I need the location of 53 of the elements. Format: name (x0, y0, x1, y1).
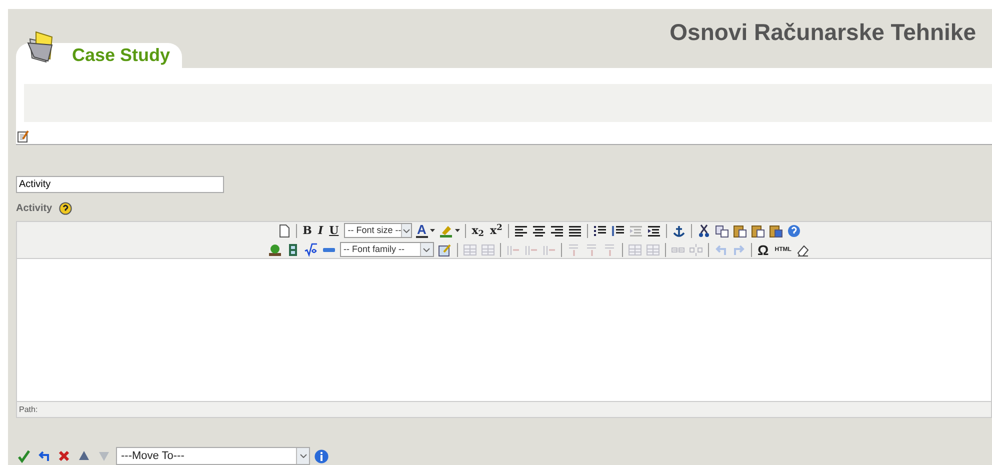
select-value: -- Font family -- (344, 242, 405, 256)
edit-icon[interactable] (17, 130, 30, 143)
style-edit-icon[interactable] (438, 242, 452, 256)
align-left-icon[interactable] (514, 224, 528, 238)
tab-label: Case Study (72, 44, 170, 67)
help-icon[interactable] (59, 202, 72, 214)
activity-input[interactable]: Activity (16, 176, 224, 193)
move-to-select[interactable]: ---Move To--- (116, 447, 310, 465)
chevron-icon (300, 454, 306, 458)
highlighter-icon (438, 224, 453, 238)
dropdown-button[interactable] (420, 243, 433, 256)
dropdown-button[interactable] (401, 224, 411, 237)
undo-icon[interactable] (37, 449, 51, 463)
checkmark-icon[interactable] (17, 449, 31, 463)
align-right-icon[interactable] (550, 224, 564, 238)
format-button[interactable]: B (300, 225, 315, 236)
font-size-select[interactable]: -- Font size -- (344, 223, 412, 238)
format-button[interactable]: I (314, 225, 326, 236)
image-icon[interactable] (268, 242, 282, 256)
formula-icon[interactable] (304, 242, 318, 256)
chevron-icon (402, 228, 410, 232)
copy-icon[interactable] (715, 224, 730, 238)
anchor-icon[interactable] (672, 224, 686, 238)
format-button[interactable]: x$^{2}$ (487, 225, 506, 236)
course-title: Osnovi Računarske Tehnike (670, 18, 976, 43)
select-value: -- Font size -- (348, 224, 402, 237)
dropdown-button[interactable] (296, 448, 309, 464)
eraser-icon[interactable] (796, 242, 810, 256)
up-triangle-icon[interactable] (77, 449, 91, 463)
format-button[interactable]: U (326, 225, 342, 236)
format-button[interactable]: x$_{2}$ (468, 225, 488, 236)
bullet-list-icon[interactable] (593, 224, 608, 238)
caret-icon (430, 229, 435, 232)
justify-icon[interactable] (568, 224, 582, 238)
clipboard-word-icon[interactable] (769, 224, 784, 238)
text-color-button[interactable]: A (414, 223, 437, 238)
format-button[interactable]: Ω (754, 242, 772, 256)
path-label: Path: (19, 404, 38, 416)
font-family-select[interactable]: -- Font family -- (340, 242, 434, 257)
info-icon[interactable] (314, 448, 329, 464)
select-value: ---Move To--- (121, 448, 184, 464)
align-center-icon[interactable] (532, 224, 546, 238)
document-icon[interactable] (276, 224, 291, 238)
delete-icon[interactable] (57, 449, 71, 463)
caret-icon (454, 229, 460, 232)
clipboard-text-icon[interactable] (751, 224, 766, 238)
clipboard-icon[interactable] (733, 224, 748, 238)
scissors-icon[interactable] (697, 224, 712, 238)
numbered-list-icon[interactable] (611, 224, 626, 238)
indent-icon[interactable] (647, 224, 662, 238)
text-color-letter: A (417, 223, 426, 236)
chevron-icon (423, 248, 430, 252)
field-label: Activity (16, 202, 52, 216)
